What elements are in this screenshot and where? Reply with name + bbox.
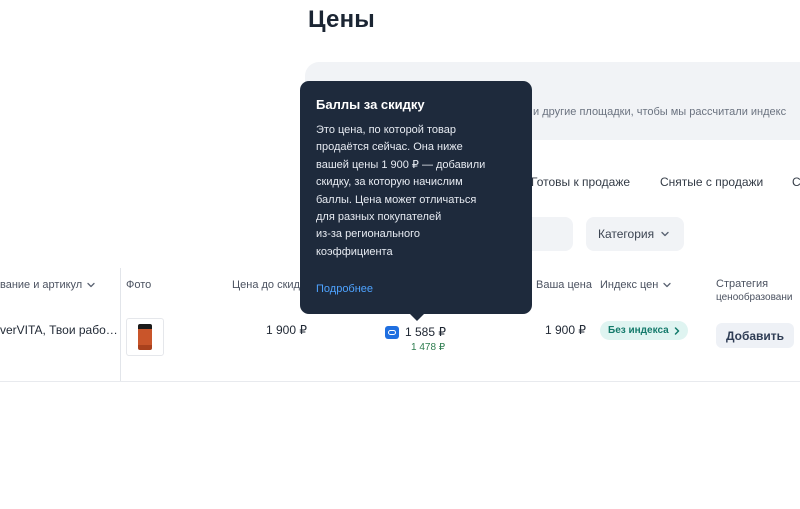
tooltip-more-link[interactable]: Подробнее (316, 283, 373, 295)
category-filter-button[interactable]: Категория (586, 217, 684, 251)
chevron-down-icon (663, 282, 672, 288)
chevron-down-icon (661, 231, 669, 237)
chevron-down-icon (87, 282, 95, 288)
header-price-before-discount: Цена до скидк (232, 279, 305, 291)
row-divider (0, 381, 800, 382)
column-divider (120, 268, 121, 382)
header-price-index-label: Индекс цен (600, 279, 659, 291)
points-tooltip: Баллы за скидку Это цена, по которой тов… (300, 81, 532, 321)
header-strategy-line1: Стратегия (716, 278, 769, 290)
banner-text: и другие площадки, чтобы мы рассчитали и… (533, 106, 787, 118)
your-price[interactable]: 1 900 ₽ (545, 323, 586, 337)
product-photo[interactable] (126, 318, 164, 356)
header-name-article[interactable]: вание и артикул (0, 279, 96, 291)
tooltip-title: Баллы за скидку (316, 97, 425, 112)
points-icon[interactable] (385, 326, 399, 339)
header-your-price: Ваша цена (536, 279, 592, 291)
tab-more[interactable]: С (792, 175, 800, 189)
price-index-badge[interactable]: Без индекса (600, 321, 688, 340)
price-index-badge-label: Без индекса (608, 325, 669, 336)
chevron-right-icon (674, 326, 679, 335)
product-jar-image (138, 324, 152, 350)
page-title: Цены (308, 6, 375, 33)
category-filter-label: Категория (598, 227, 655, 241)
price-before-discount: 1 900 ₽ (266, 323, 307, 337)
tooltip-body: Это цена, по которой товар продаётся сей… (316, 124, 486, 258)
header-name-label: вание и артикул (0, 279, 83, 291)
points-sub-price: 1 478 ₽ (411, 342, 446, 353)
header-price-index[interactable]: Индекс цен (600, 279, 672, 291)
tab-ready-for-sale[interactable]: Готовы к продаже (531, 175, 630, 189)
header-photo: Фото (126, 279, 152, 291)
header-pricing-strategy: Стратегия ценообразовани (716, 277, 800, 305)
points-price: 1 585 ₽ (405, 325, 446, 339)
product-name[interactable]: verVITA, Твои рабо… (0, 323, 118, 337)
header-strategy-line2: ценообразовани (716, 292, 793, 303)
add-strategy-button[interactable]: Добавить (716, 323, 794, 348)
tab-removed-from-sale[interactable]: Снятые с продажи (660, 175, 763, 189)
prices-page: Цены и другие площадки, чтобы мы рассчит… (0, 0, 800, 509)
